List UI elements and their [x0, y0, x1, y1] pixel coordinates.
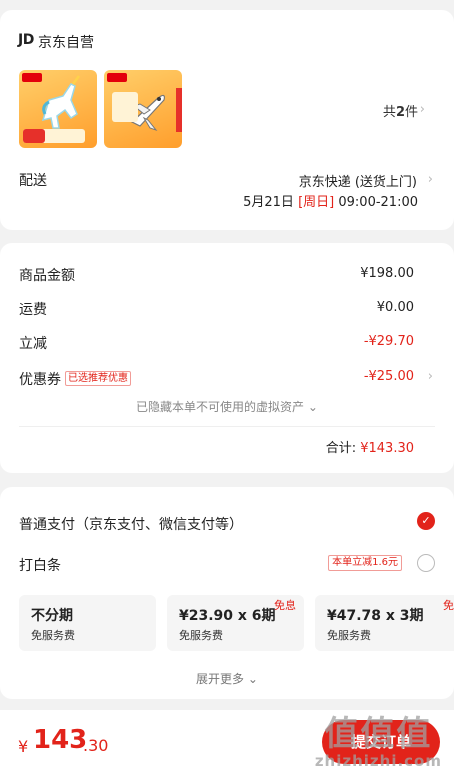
chevron-right-icon[interactable]: › [420, 102, 425, 117]
coupon-label[interactable]: 优惠券 [19, 369, 61, 389]
item-count-prefix: 共 [382, 105, 396, 120]
product-thumbnail-unicorn[interactable] [19, 70, 97, 148]
pay-amount-integer: 143 [33, 725, 88, 755]
check-icon[interactable]: ✓ [417, 512, 435, 530]
promo-card [112, 92, 138, 122]
chevron-down-icon: ⌄ [307, 400, 318, 414]
item-count-suffix: 件 [404, 105, 418, 120]
freight-value: ¥0.00 [376, 300, 414, 315]
chevron-right-icon[interactable]: › [428, 172, 433, 187]
total-label: 合计: [325, 441, 357, 456]
site-watermark: 值值值 zhizhizhi.com [315, 716, 442, 770]
plan-title: ¥23.90 x 6期 [179, 608, 276, 624]
plan-subtitle: 免服务费 [179, 629, 223, 642]
expand-more-label: 展开更多 [196, 672, 245, 686]
divider [19, 426, 435, 427]
installment-plan-none[interactable]: 不分期 免服务费 [19, 595, 156, 651]
pay-amount-decimal: .30 [83, 736, 109, 755]
plan-title: ¥47.78 x 3期 [327, 608, 424, 624]
hidden-assets-note: 已隐藏本单不可使用的虚拟资产 [136, 400, 305, 414]
expand-more-button[interactable]: 展开更多 ⌄ [0, 670, 454, 687]
promo-tag: 本单立减1.6元 [328, 555, 402, 571]
product-thumbnail-shuttle[interactable] [104, 70, 182, 148]
shipping-label: 配送 [19, 173, 47, 189]
coupon-value[interactable]: -¥25.00 [364, 369, 414, 384]
delivery-date: 5月21日 [243, 195, 294, 210]
watermark-logo: 值值值 [324, 714, 433, 754]
delivery-weekday: [周日] [298, 195, 335, 210]
deal-price-tag [23, 129, 45, 143]
shop-card: JD 京东自营 共2件 › 配送 京东快递 (送货上门) › 5月21日 [周日… [0, 10, 454, 230]
discount-label: 立减 [19, 336, 47, 352]
pay-currency: ¥ [18, 737, 29, 756]
chevron-right-icon[interactable]: › [428, 369, 433, 384]
item-count[interactable]: 共2件 [383, 101, 418, 120]
chevron-down-icon: ⌄ [247, 672, 258, 686]
interest-free-badge: 免 [443, 599, 454, 612]
price-card: 商品金额 ¥198.00 运费 ¥0.00 立减 -¥29.70 优惠券 已选推… [0, 243, 454, 473]
delivery-window: 09:00-21:00 [338, 195, 418, 210]
freight-label: 运费 [19, 302, 47, 318]
item-count-number: 2 [395, 105, 405, 120]
bottom-action-bar: ¥ 143 .30 提交订单 值值值 zhizhizhi.com [0, 710, 454, 776]
watermark-url: zhizhizhi.com [314, 752, 442, 770]
order-total: 合计: ¥143.30 [326, 437, 414, 456]
total-value: ¥143.30 [360, 441, 414, 456]
delivery-time[interactable]: 5月21日 [周日] 09:00-21:00 [243, 191, 418, 210]
installment-plan-6[interactable]: ¥23.90 x 6期 免服务费 免息 [167, 595, 304, 651]
payment-card: 普通支付（京东支付、微信支付等） ✓ 打白条 本单立减1.6元 不分期 免服务费… [0, 487, 454, 699]
interest-free-badge: 免息 [274, 599, 296, 612]
plan-title: 不分期 [31, 608, 73, 624]
discount-value: -¥29.70 [363, 334, 414, 349]
coupon-tag: 已选推荐优惠 [65, 371, 131, 386]
installment-plan-3[interactable]: ¥47.78 x 3期 免服务费 免 [315, 595, 454, 651]
plan-subtitle: 免服务费 [327, 629, 371, 642]
radio-unchecked-icon[interactable] [417, 554, 435, 572]
plan-subtitle: 免服务费 [31, 629, 75, 642]
normal-payment-option[interactable]: 普通支付（京东支付、微信支付等） [19, 514, 243, 534]
shipping-method[interactable]: 京东快递 (送货上门) [299, 171, 417, 190]
jd-logo: JD [18, 32, 34, 48]
shop-name: 京东自营 [38, 35, 94, 51]
baitiao-payment-option[interactable]: 打白条 [19, 555, 61, 575]
goods-amount-label: 商品金额 [19, 268, 75, 284]
hidden-assets-toggle[interactable]: 已隐藏本单不可使用的虚拟资产 ⌄ [0, 398, 454, 415]
goods-amount-value: ¥198.00 [360, 266, 414, 281]
